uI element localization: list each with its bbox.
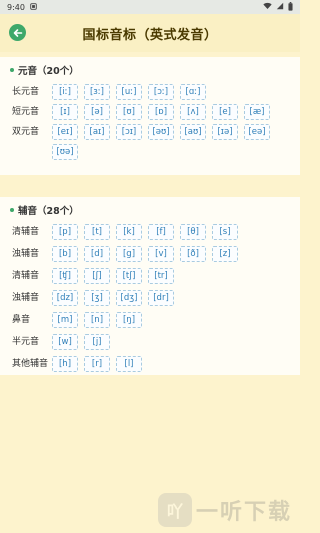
section-dot-icon — [10, 68, 14, 72]
consonant-row: 半元音 [w] [j] — [10, 334, 290, 350]
phoneme-chip[interactable]: [s] — [212, 224, 238, 240]
vowel-row-label: 长元音 — [12, 87, 40, 97]
phoneme-chip[interactable]: [ɒ] — [148, 104, 174, 120]
consonant-row-label: 清辅音 — [12, 227, 40, 237]
phoneme-chip[interactable]: [e] — [212, 104, 238, 120]
vowel-chip-group: [ɪ] [ə] [ʊ] [ɒ] [ʌ] [e] [æ] — [52, 104, 290, 120]
vowel-row: 双元音 [eɪ] [aɪ] [ɔɪ] [əʊ] [aʊ] [ɪə] [eə] [ʊə] — [10, 124, 290, 160]
phoneme-chip[interactable]: [l] — [116, 356, 142, 372]
phoneme-chip[interactable]: [t] — [84, 224, 110, 240]
vowel-row-label: 双元音 — [12, 127, 40, 137]
consonant-row-label: 半元音 — [12, 337, 40, 347]
notification-icon — [30, 2, 37, 12]
phoneme-chip[interactable]: [d] — [84, 246, 110, 262]
phoneme-chip[interactable]: [ə] — [84, 104, 110, 120]
app-bar: 国标音标（英式发音） — [0, 14, 300, 52]
phoneme-chip[interactable]: [ɔː] — [148, 84, 174, 100]
phoneme-chip[interactable]: [g] — [116, 246, 142, 262]
consonant-row: 其他辅音 [h] [r] [l] — [10, 356, 290, 372]
phoneme-chip[interactable]: [ʊə] — [52, 144, 78, 160]
phoneme-chip[interactable]: [dr] — [148, 290, 174, 306]
back-button[interactable] — [9, 24, 26, 41]
vowels-card: 元音（20个） 长元音 [iː] [ɜː] [uː] [ɔː] [ɑː] 短元音 [ɪ] [ə]… — [0, 57, 300, 175]
watermark-text: 一听下载 — [195, 500, 292, 525]
phoneme-chip[interactable]: [iː] — [52, 84, 78, 100]
phoneme-chip[interactable]: [æ] — [244, 104, 270, 120]
phoneme-chip[interactable]: [n] — [84, 312, 110, 328]
phoneme-chip[interactable]: [ɪə] — [212, 124, 238, 140]
phoneme-chip[interactable]: [tr] — [148, 268, 174, 284]
consonants-card: 辅音（28个） 清辅音 [p] [t] [k] [f] [θ] [s] 浊辅音 [b] [d] [g… — [0, 197, 300, 375]
consonant-chip-group: [w] [j] — [52, 334, 290, 350]
consonants-section-title: 辅音（28个） — [10, 203, 290, 217]
consonant-row: 清辅音 [p] [t] [k] [f] [θ] [s] — [10, 224, 290, 240]
consonant-chip-group: [m] [n] [ŋ] — [52, 312, 290, 328]
consonant-chip-group: [p] [t] [k] [f] [θ] [s] — [52, 224, 290, 240]
phoneme-chip[interactable]: [əʊ] — [148, 124, 174, 140]
vowel-row-label: 短元音 — [12, 107, 40, 117]
phoneme-chip[interactable]: [aʊ] — [180, 124, 206, 140]
phoneme-chip[interactable]: [k] — [116, 224, 142, 240]
consonant-row-label: 清辅音 — [12, 271, 40, 281]
vowel-row: 长元音 [iː] [ɜː] [uː] [ɔː] [ɑː] — [10, 84, 290, 100]
consonant-chip-group: [h] [r] [l] — [52, 356, 290, 372]
consonant-row: 浊辅音 [dz] [ʒ] [dʒ] [dr] — [10, 290, 290, 306]
consonants-title-text: 辅音（28个） — [18, 206, 79, 217]
wifi-icon — [263, 2, 272, 12]
consonant-row: 浊辅音 [b] [d] [g] [v] [ð] [z] — [10, 246, 290, 262]
signal-icon — [276, 2, 284, 12]
phoneme-chip[interactable]: [r] — [84, 356, 110, 372]
phoneme-chip[interactable]: [ŋ] — [116, 312, 142, 328]
consonant-row-label: 浊辅音 — [12, 293, 40, 303]
phoneme-chip[interactable]: [dz] — [52, 290, 78, 306]
vowels-section-title: 元音（20个） — [10, 63, 290, 77]
page-title: 国标音标（英式发音） — [82, 27, 218, 43]
section-dot-icon — [10, 208, 14, 212]
phoneme-chip[interactable]: [dʒ] — [116, 290, 142, 306]
phoneme-chip[interactable]: [p] — [52, 224, 78, 240]
status-bar: 9:40 — [0, 0, 300, 14]
phoneme-chip[interactable]: [w] — [52, 334, 78, 350]
phoneme-chip[interactable]: [m] — [52, 312, 78, 328]
back-arrow-icon — [13, 23, 23, 42]
phoneme-chip[interactable]: [ɑː] — [180, 84, 206, 100]
consonant-row: 鼻音 [m] [n] [ŋ] — [10, 312, 290, 328]
watermark: 吖 一听下载 — [157, 493, 292, 527]
phoneme-chip[interactable]: [v] — [148, 246, 174, 262]
vowel-chip-group: [iː] [ɜː] [uː] [ɔː] [ɑː] — [52, 84, 290, 100]
phoneme-chip[interactable]: [j] — [84, 334, 110, 350]
phoneme-chip[interactable]: [ʌ] — [180, 104, 206, 120]
phoneme-chip[interactable]: [ɪ] — [52, 104, 78, 120]
consonant-row-label: 其他辅音 — [12, 359, 49, 369]
consonant-row: 清辅音 [ʧ] [ʃ] [tʃ] [tr] — [10, 268, 290, 284]
phoneme-chip[interactable]: [f] — [148, 224, 174, 240]
phoneme-chip[interactable]: [ð] — [180, 246, 206, 262]
consonant-row-label: 鼻音 — [12, 315, 31, 325]
phoneme-chip[interactable]: [ɜː] — [84, 84, 110, 100]
phoneme-chip[interactable]: [h] — [52, 356, 78, 372]
status-time: 9:40 — [7, 2, 25, 12]
phoneme-chip[interactable]: [ʒ] — [84, 290, 110, 306]
phoneme-chip[interactable]: [z] — [212, 246, 238, 262]
phoneme-chip[interactable]: [tʃ] — [116, 268, 142, 284]
phoneme-chip[interactable]: [uː] — [116, 84, 142, 100]
phoneme-chip[interactable]: [θ] — [180, 224, 206, 240]
phoneme-chip[interactable]: [eɪ] — [52, 124, 78, 140]
phoneme-chip[interactable]: [ʧ] — [52, 268, 78, 284]
watermark-logo: 吖 — [157, 493, 192, 527]
phoneme-chip[interactable]: [eə] — [244, 124, 270, 140]
phoneme-chip[interactable]: [ʊ] — [116, 104, 142, 120]
consonant-row-label: 浊辅音 — [12, 249, 40, 259]
phoneme-chip[interactable]: [ɔɪ] — [116, 124, 142, 140]
vowel-row: 短元音 [ɪ] [ə] [ʊ] [ɒ] [ʌ] [e] [æ] — [10, 104, 290, 120]
phoneme-chip[interactable]: [b] — [52, 246, 78, 262]
vowel-chip-group: [eɪ] [aɪ] [ɔɪ] [əʊ] [aʊ] [ɪə] [eə] [ʊə] — [52, 124, 290, 160]
vowels-title-text: 元音（20个） — [18, 66, 79, 77]
consonant-chip-group: [b] [d] [g] [v] [ð] [z] — [52, 246, 290, 262]
battery-icon — [288, 1, 293, 13]
consonant-chip-group: [dz] [ʒ] [dʒ] [dr] — [52, 290, 290, 306]
phoneme-chip[interactable]: [ʃ] — [84, 268, 110, 284]
phoneme-chip[interactable]: [aɪ] — [84, 124, 110, 140]
consonant-chip-group: [ʧ] [ʃ] [tʃ] [tr] — [52, 268, 290, 284]
